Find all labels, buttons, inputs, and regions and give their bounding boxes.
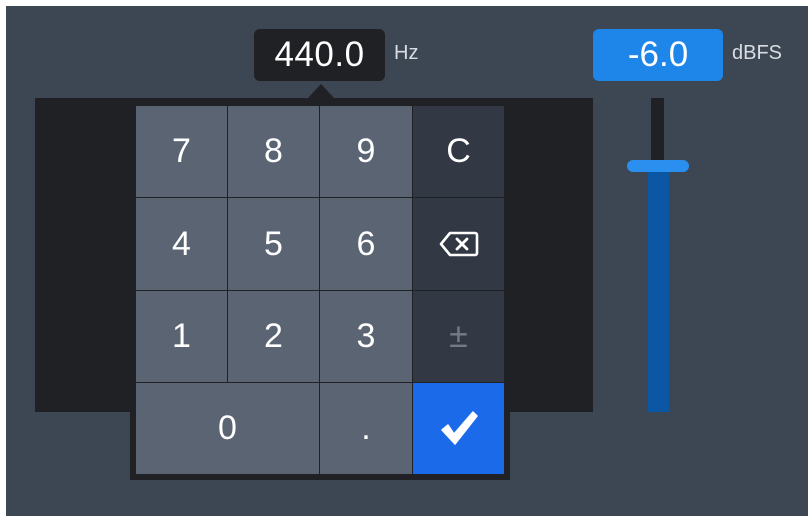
keypad-grid: 7 8 9 C 4 5 6 1 2 3 ± 0 .	[136, 106, 504, 474]
level-slider-track[interactable]	[651, 98, 664, 166]
key-1[interactable]: 1	[136, 291, 227, 382]
key-6[interactable]: 6	[320, 198, 412, 290]
popover-pointer	[308, 84, 334, 98]
clear-button[interactable]: C	[413, 106, 504, 197]
level-display[interactable]: -6.0	[593, 29, 723, 81]
confirm-button[interactable]	[413, 383, 504, 474]
key-4[interactable]: 4	[136, 198, 227, 290]
level-unit-label: dBFS	[732, 42, 783, 64]
numeric-keypad: 7 8 9 C 4 5 6 1 2 3 ± 0 .	[130, 99, 510, 480]
key-9[interactable]: 9	[320, 106, 412, 197]
frequency-display[interactable]: 440.0	[254, 29, 385, 81]
backspace-icon	[439, 231, 478, 257]
key-5[interactable]: 5	[228, 198, 319, 290]
key-0[interactable]: 0	[136, 383, 319, 474]
key-7[interactable]: 7	[136, 106, 227, 197]
sign-toggle-button[interactable]: ±	[413, 291, 504, 382]
backspace-button[interactable]	[413, 198, 504, 290]
key-2[interactable]: 2	[228, 291, 319, 382]
key-3[interactable]: 3	[320, 291, 412, 382]
level-slider-handle[interactable]	[627, 160, 689, 172]
decimal-point-button[interactable]: .	[320, 383, 412, 474]
checkmark-icon	[440, 410, 478, 445]
frequency-unit-label: Hz	[394, 42, 419, 64]
level-slider-fill[interactable]	[648, 166, 669, 412]
key-8[interactable]: 8	[228, 106, 319, 197]
